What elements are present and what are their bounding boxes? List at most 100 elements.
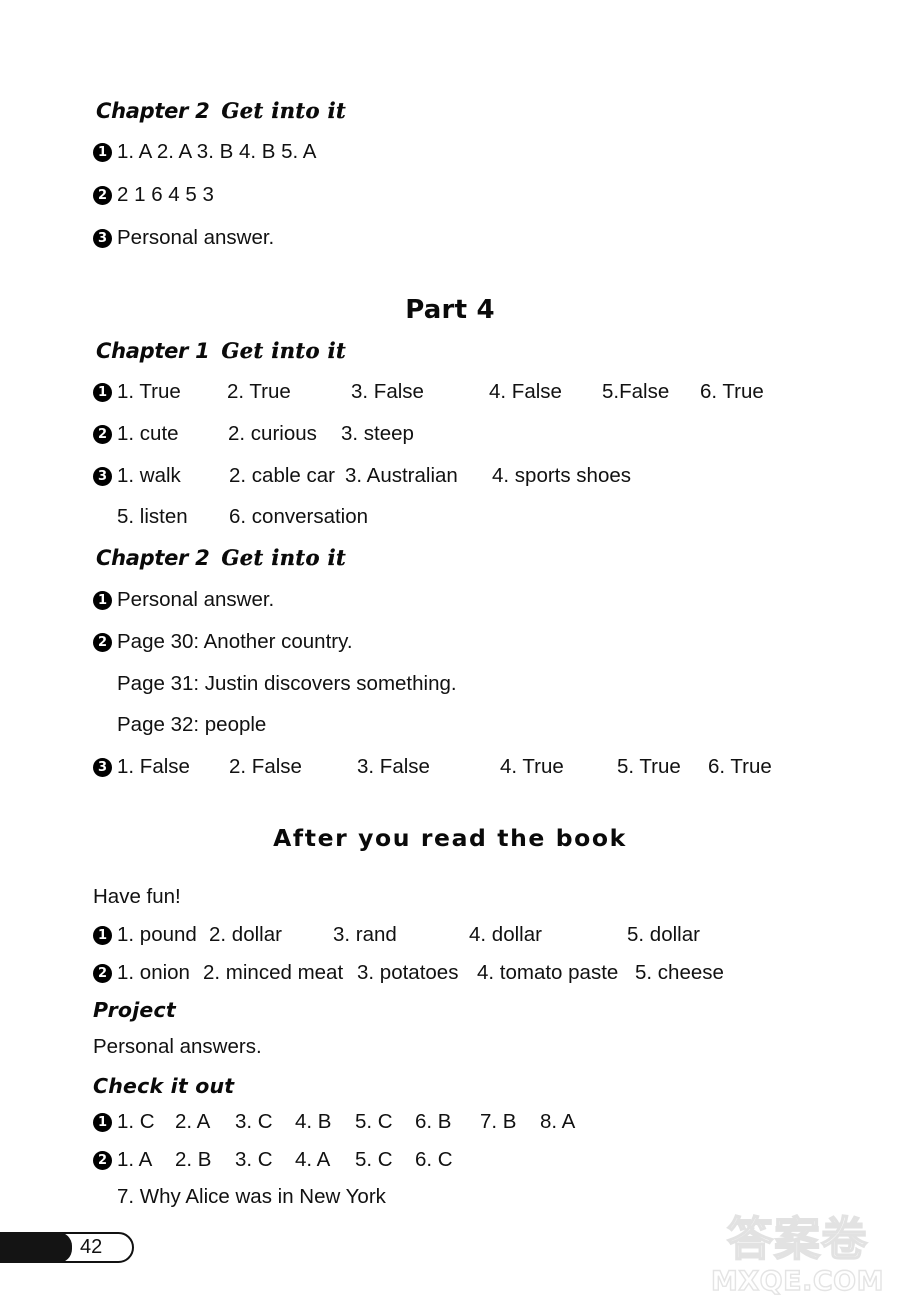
answer-key-page: Chapter 2 Get into it 1 1. A 2. A 3. B 4. … xyxy=(0,0,900,1307)
answer-col: 3. potatoes xyxy=(357,961,459,984)
chapter-label: Chapter 1 xyxy=(96,339,210,363)
list-marker-3: 3 xyxy=(93,229,112,248)
list-marker-2: 2 xyxy=(93,964,112,983)
answer-col: 3. False xyxy=(357,755,430,778)
watermark: 答案卷 MXQE.COM xyxy=(700,1212,895,1302)
answer-row: 1 1. A 2. A 3. B 4. B 5. A xyxy=(93,140,317,163)
answer-col: 2. False xyxy=(229,755,302,778)
answer-col: 1. True xyxy=(117,380,181,403)
answer-col: 6. B xyxy=(415,1110,452,1133)
answer-col: 3. Australian xyxy=(345,464,458,487)
list-marker-1: 1 xyxy=(93,1113,112,1132)
answer-row: 3 1. False 2. False 3. False 4. True 5. True 6… xyxy=(93,755,772,778)
answer-col: 6. C xyxy=(415,1148,453,1171)
heading-chapter-2: Chapter 2 Get into it xyxy=(96,547,346,569)
watermark-cn-text: 答案卷 xyxy=(726,1212,868,1266)
have-fun-label: Have fun! xyxy=(93,885,181,908)
answer-text: Personal answer. xyxy=(117,588,275,611)
answer-col: 4. False xyxy=(489,380,562,403)
answer-col: 3. steep xyxy=(341,422,414,445)
answer-row: 3 Personal answer. xyxy=(93,226,275,249)
answer-col: 5. dollar xyxy=(627,923,700,946)
answer-col: 1. walk xyxy=(117,464,181,487)
list-marker-2: 2 xyxy=(93,633,112,652)
answer-row: 1 1. C 2. A 3. C 4. B 5. C 6. B 7. B 8. A xyxy=(93,1110,576,1133)
answer-col: 2. dollar xyxy=(209,923,282,946)
project-label: Project xyxy=(93,998,176,1022)
list-marker-3: 3 xyxy=(93,758,112,777)
answer-text: Page 31: Justin discovers something. xyxy=(117,672,457,695)
answer-col: 1. cute xyxy=(117,422,179,445)
answer-col: 4. dollar xyxy=(469,923,542,946)
answer-col: 2. curious xyxy=(228,422,317,445)
answer-text: 1. A 2. A 3. B 4. B 5. A xyxy=(117,140,317,163)
answer-row-continued: 7. Why Alice was in New York xyxy=(117,1185,386,1208)
project-text: Personal answers. xyxy=(93,1035,262,1058)
answer-row-continued: 5. listen 6. conversation xyxy=(117,505,369,528)
answer-row-continued: Page 32: people xyxy=(117,713,267,736)
answer-col: 4. sports shoes xyxy=(492,464,632,487)
answer-col: 1. C xyxy=(117,1110,155,1133)
page-number: 42 xyxy=(80,1236,103,1258)
answer-col: 6. conversation xyxy=(229,505,369,528)
page-number-badge: 42 xyxy=(0,1232,134,1263)
heading-chapter-2-top: Chapter 2 Get into it xyxy=(96,100,346,122)
answer-text: Personal answer. xyxy=(117,226,275,249)
chapter-label: Chapter 2 xyxy=(96,99,210,123)
answer-col: 4. A xyxy=(295,1148,331,1171)
answer-col: 4. True xyxy=(500,755,564,778)
answer-col: 2. A xyxy=(175,1110,211,1133)
page-badge-fill xyxy=(0,1232,72,1263)
answer-col: 4. tomato paste xyxy=(477,961,619,984)
check-it-out-label: Check it out xyxy=(93,1074,235,1098)
list-marker-1: 1 xyxy=(93,383,112,402)
answer-col: 7. B xyxy=(480,1110,517,1133)
answer-row: 2 1. cute 2. curious 3. steep xyxy=(93,422,414,445)
answer-col: 2. True xyxy=(227,380,291,403)
answer-col: 6. True xyxy=(700,380,764,403)
list-marker-2: 2 xyxy=(93,1151,112,1170)
answer-col: 2. minced meat xyxy=(203,961,344,984)
answer-col: 5. cheese xyxy=(635,961,724,984)
answer-row: 1 1. pound 2. dollar 3. rand 4. dollar 5. dol… xyxy=(93,923,700,946)
answer-col: 3. rand xyxy=(333,923,397,946)
answer-col: 2. cable car xyxy=(229,464,335,487)
answer-col: 5. True xyxy=(617,755,681,778)
list-marker-2: 2 xyxy=(93,186,112,205)
answer-text: Page 32: people xyxy=(117,713,267,736)
answer-col: 5. C xyxy=(355,1110,393,1133)
list-marker-1: 1 xyxy=(93,143,112,162)
answer-col: 8. A xyxy=(540,1110,576,1133)
section-title: After you read the book xyxy=(273,824,627,852)
answer-row: 1 Personal answer. xyxy=(93,588,275,611)
list-marker-1: 1 xyxy=(93,591,112,610)
part-title: Part 4 xyxy=(405,295,495,325)
answer-col: 5.False xyxy=(602,380,670,403)
answer-col: 3. C xyxy=(235,1110,273,1133)
answer-col: 1. A xyxy=(117,1148,153,1171)
answer-col: 2. B xyxy=(175,1148,212,1171)
chapter-sub-label: Get into it xyxy=(221,338,347,363)
answer-row: 3 1. walk 2. cable car 3. Australian 4. spor… xyxy=(93,464,632,487)
list-marker-1: 1 xyxy=(93,926,112,945)
list-marker-2: 2 xyxy=(93,425,112,444)
answer-row-continued: Page 31: Justin discovers something. xyxy=(117,672,457,695)
answer-col: 5. listen xyxy=(117,505,188,528)
chapter-sub-label: Get into it xyxy=(221,545,347,570)
watermark-en-text: MXQE.COM xyxy=(710,1266,884,1297)
answer-col: 1. False xyxy=(117,755,190,778)
answer-col: 5. C xyxy=(355,1148,393,1171)
answer-col: 1. onion xyxy=(117,961,190,984)
answer-row: 2 Page 30: Another country. xyxy=(93,630,353,653)
answer-row: 2 2 1 6 4 5 3 xyxy=(93,183,214,206)
answer-col: 1. pound xyxy=(117,923,197,946)
answer-text: 2 1 6 4 5 3 xyxy=(117,183,214,206)
answer-text: Page 30: Another country. xyxy=(117,630,353,653)
answer-row: 2 1. onion 2. minced meat 3. potatoes 4. tom… xyxy=(93,961,724,984)
chapter-sub-label: Get into it xyxy=(221,98,347,123)
answer-col: 6. True xyxy=(708,755,772,778)
answer-col: 3. False xyxy=(351,380,424,403)
answer-col: 3. C xyxy=(235,1148,273,1171)
chapter-label: Chapter 2 xyxy=(96,546,210,570)
answer-col: 4. B xyxy=(295,1110,332,1133)
